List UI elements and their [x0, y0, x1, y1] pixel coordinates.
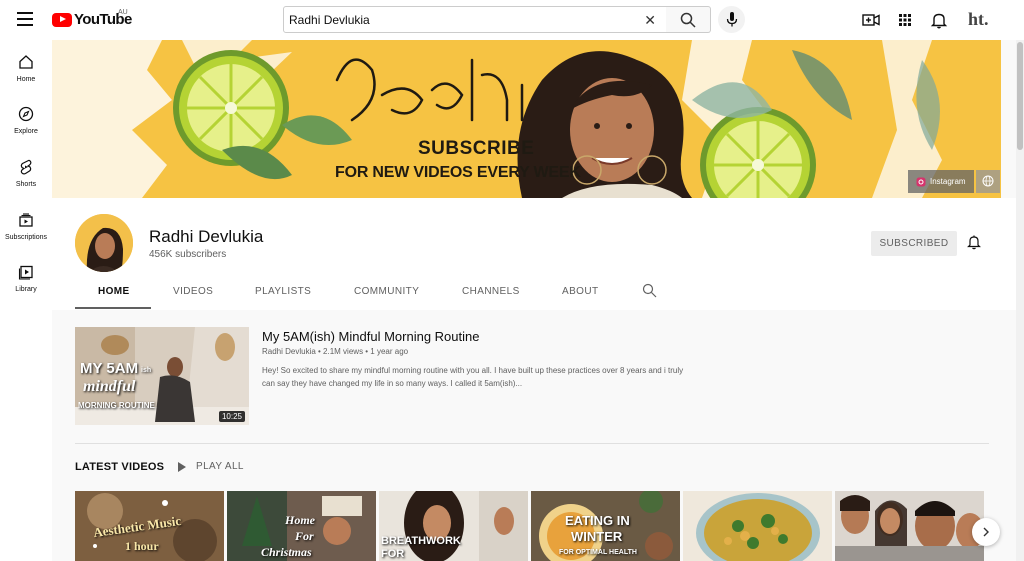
instagram-icon	[916, 177, 926, 186]
video-thumbnail[interactable]: EATING IN WINTER FOR OPTIMAL HEALTH	[531, 491, 680, 561]
subscribed-button[interactable]: SUBSCRIBED	[871, 231, 957, 256]
tab-about[interactable]: ABOUT	[562, 286, 598, 297]
thumb-text: For	[295, 529, 314, 543]
banner-subscribe-text: SUBSCRIBE	[418, 138, 535, 159]
video-thumbnail[interactable]	[683, 491, 832, 561]
chevron-right-icon	[983, 527, 989, 537]
video-duration: 10:25	[218, 411, 245, 422]
channel-banner: SUBSCRIBE FOR NEW VIDEOS EVERY WEEK Inst…	[52, 40, 1001, 198]
shorts-icon	[20, 159, 32, 175]
tab-community[interactable]: COMMUNITY	[354, 286, 419, 297]
subscriber-count: 456K subscribers	[149, 249, 227, 260]
sidebar-item-label: Explore	[14, 128, 38, 135]
home-icon	[19, 55, 33, 69]
play-all-label: PLAY ALL	[196, 461, 244, 472]
section-divider	[75, 443, 989, 444]
thumb-text: Home	[285, 513, 315, 527]
sidebar-item-shorts[interactable]: Shorts	[0, 159, 52, 203]
play-all-button[interactable]: PLAY ALL	[178, 461, 244, 472]
video-thumbnail[interactable]: BREATHWORK FOR	[379, 491, 528, 561]
tab-videos[interactable]: VIDEOS	[173, 286, 213, 297]
hamburger-menu-icon[interactable]	[17, 12, 33, 26]
thumb-text-line3: MORNING ROUTINE	[78, 401, 155, 410]
channel-avatar[interactable]	[75, 214, 133, 272]
youtube-play-icon	[52, 12, 72, 27]
channel-name: Radhi Devlukia	[149, 227, 264, 246]
active-tab-indicator	[75, 307, 151, 309]
voice-search-button[interactable]	[718, 6, 745, 33]
sidebar-item-label: Subscriptions	[4, 234, 48, 241]
carousel-next-button[interactable]	[972, 518, 1000, 546]
thumbnail-image	[683, 491, 832, 561]
video-thumbnail[interactable]: Home For Christmas	[227, 491, 376, 561]
sidebar-item-label: Home	[16, 76, 36, 83]
thumb-text-ish: ish	[141, 367, 152, 374]
thumbnail-image	[835, 491, 984, 561]
video-thumbnail[interactable]	[835, 491, 984, 561]
sidebar-item-label: Library	[15, 286, 37, 293]
thumb-text: FOR	[381, 548, 405, 560]
channel-search-icon[interactable]	[642, 283, 657, 298]
sidebar-item-subscriptions[interactable]: Subscriptions	[0, 212, 52, 256]
search-icon	[680, 12, 696, 28]
top-bar: YouTube AU ✕ ht.	[0, 0, 1024, 40]
search-button[interactable]	[666, 6, 711, 33]
website-link[interactable]	[976, 170, 1000, 193]
apps-grid-icon[interactable]	[895, 10, 915, 30]
region-code: AU	[118, 9, 128, 16]
library-icon	[18, 265, 33, 280]
page-scrollbar[interactable]	[1016, 40, 1024, 561]
instagram-link-label: Instagram	[930, 177, 966, 186]
video-thumbnail[interactable]: Aesthetic Music 1 hour	[75, 491, 224, 561]
clear-icon[interactable]: ✕	[644, 12, 656, 29]
thumb-text: 1 hour	[125, 539, 159, 553]
latest-videos-heading: LATEST VIDEOS	[75, 461, 165, 473]
sidebar-item-label: Shorts	[15, 181, 37, 188]
thumb-text: EATING IN	[565, 513, 630, 528]
notifications-bell-icon[interactable]	[929, 10, 949, 30]
subscriptions-icon	[19, 213, 33, 227]
account-avatar[interactable]: ht.	[968, 9, 989, 30]
thumb-text-line1: MY 5AM	[80, 360, 139, 377]
instagram-link[interactable]: Instagram	[908, 170, 974, 193]
search-box: ✕	[283, 6, 667, 33]
globe-icon	[982, 175, 994, 187]
banner-tagline: FOR NEW VIDEOS EVERY WEEK	[335, 164, 581, 181]
avatar-portrait	[75, 214, 133, 272]
channel-header: Radhi Devlukia 456K subscribers SUBSCRIB…	[52, 198, 1024, 310]
sidebar-item-home[interactable]: Home	[0, 54, 52, 98]
microphone-icon	[726, 12, 738, 27]
tab-channels[interactable]: CHANNELS	[462, 286, 520, 297]
mini-guide-sidebar: Home Explore Shorts Subscriptions Librar…	[0, 40, 52, 561]
tab-playlists[interactable]: PLAYLISTS	[255, 286, 311, 297]
thumb-text: BREATHWORK	[381, 535, 461, 547]
featured-video-meta: Radhi Devlukia • 2.1M views • 1 year ago	[262, 347, 409, 356]
thumb-text: WINTER	[571, 529, 623, 544]
sidebar-item-library[interactable]: Library	[0, 264, 52, 308]
search-input[interactable]	[289, 12, 629, 27]
thumb-text: FOR OPTIMAL HEALTH	[559, 549, 637, 556]
featured-video-thumbnail[interactable]: MY 5AM ish mindful MORNING ROUTINE 10:25	[75, 327, 249, 425]
thumb-text-line2: mindful	[83, 378, 136, 395]
sidebar-item-explore[interactable]: Explore	[0, 106, 52, 150]
youtube-logo[interactable]: YouTube AU	[52, 9, 132, 28]
scrollbar-thumb[interactable]	[1017, 42, 1023, 150]
featured-video-description: Hey! So excited to share my mindful morn…	[262, 366, 684, 388]
create-video-icon[interactable]	[861, 10, 881, 30]
tab-home[interactable]: HOME	[98, 286, 130, 297]
home-content: MY 5AM ish mindful MORNING ROUTINE 10:25…	[52, 310, 1024, 561]
thumb-text: Christmas	[261, 545, 312, 559]
featured-video-title[interactable]: My 5AM(ish) Mindful Morning Routine	[262, 329, 479, 344]
notification-bell-icon[interactable]	[966, 234, 982, 255]
compass-icon	[18, 106, 34, 122]
